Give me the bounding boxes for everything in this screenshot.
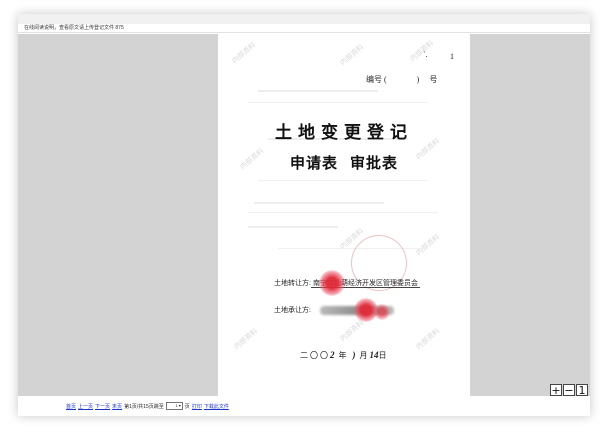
corner-page-number: 1	[450, 52, 454, 61]
zoom-actual-button[interactable]: 1	[576, 384, 588, 396]
zoom-in-button[interactable]: +	[550, 384, 562, 396]
date-year: 2	[330, 350, 335, 360]
page-jump-select[interactable]: 1 ▾	[165, 402, 183, 410]
date-day-label: 日	[378, 351, 389, 360]
red-stamp	[319, 270, 345, 296]
top-strip	[18, 14, 590, 24]
watermark: 内部资料	[339, 43, 366, 68]
zoom-controls: + − 1	[550, 384, 588, 396]
watermark: 内部资料	[415, 327, 442, 352]
bleed-through	[254, 202, 384, 204]
date-day: 14	[369, 350, 379, 360]
page-jump-value: 1	[175, 403, 178, 408]
last-page-link[interactable]: 末页	[112, 403, 122, 410]
print-link[interactable]: 打印	[192, 403, 202, 410]
bleed-through	[248, 212, 438, 213]
document-page: 内部资料 内部资料 内部资料 内部资料 内部资料 内部资料 内部资料 内部资料 …	[218, 34, 470, 396]
bleed-through	[248, 226, 338, 228]
watermark: 内部资料	[409, 39, 436, 64]
red-stamp	[374, 304, 390, 320]
watermark: 内部资料	[415, 233, 442, 258]
corner-mark: `.	[423, 50, 428, 59]
bleed-through	[258, 90, 378, 92]
watermark: 内部资料	[233, 327, 260, 352]
document-number-line: 编号 () 号	[366, 74, 437, 85]
transferor-field: 土地转让方: 南宁市仙葫经济开发区管理委员会	[274, 278, 420, 288]
document-date: 二〇〇2 年 ) 月14日	[300, 350, 389, 361]
bleed-through	[248, 102, 428, 103]
pager: 首页 上一页 下一页 末页 第1页/共15页跳至 1 ▾ 页 打印 下载此文件	[66, 402, 229, 410]
number-label: 编号 (	[366, 75, 387, 84]
subtitle-approval: 审批表	[350, 156, 399, 172]
number-suffix: 号	[429, 75, 438, 84]
page-status: 第1页/共15页跳至	[124, 403, 164, 410]
prev-page-link[interactable]: 上一页	[78, 403, 93, 410]
bottom-toolbar: 首页 上一页 下一页 末页 第1页/共15页跳至 1 ▾ 页 打印 下载此文件	[18, 396, 590, 416]
number-close: )	[416, 75, 420, 84]
transferee-label: 土地承让方:	[274, 306, 311, 314]
download-link[interactable]: 下载此文件	[204, 403, 229, 410]
watermark: 内部资料	[231, 41, 258, 66]
info-bar: 在线阅读说明，查看原文请上传登记文件 875	[18, 24, 590, 33]
transferor-label: 土地转让方:	[274, 279, 311, 287]
document-title: 土地变更登记	[275, 123, 413, 142]
bleed-through	[258, 180, 428, 181]
date-month-label: 月	[359, 351, 370, 360]
page-unit: 页	[184, 403, 190, 410]
first-page-link[interactable]: 首页	[66, 403, 76, 410]
document-viewer[interactable]: 内部资料 内部资料 内部资料 内部资料 内部资料 内部资料 内部资料 内部资料 …	[18, 34, 590, 396]
zoom-out-button[interactable]: −	[563, 384, 575, 396]
bleed-through	[278, 248, 428, 249]
watermark: 内部资料	[339, 319, 366, 344]
date-year-label: 年	[338, 351, 349, 360]
next-page-link[interactable]: 下一页	[95, 403, 110, 410]
document-subtitle: 申请表 审批表	[218, 152, 470, 173]
date-month: )	[352, 350, 356, 360]
date-prefix: 二〇〇	[300, 351, 330, 360]
transferee-field: 土地承让方:	[274, 305, 311, 315]
subtitle-application: 申请表	[289, 156, 338, 172]
viewer-window: 在线阅读说明，查看原文请上传登记文件 875 内部资料 内部资料 内部资料 内部…	[18, 14, 590, 416]
